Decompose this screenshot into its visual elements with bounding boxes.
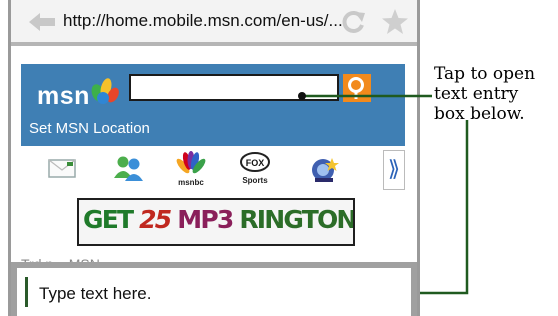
messenger-shortcut[interactable]	[109, 150, 149, 190]
msnbc-caption: msnbc	[178, 178, 204, 187]
ad-text-get: GET	[83, 205, 140, 234]
msn-logo[interactable]: msn	[37, 74, 123, 110]
reload-icon[interactable]	[341, 9, 367, 35]
fox-badge-text: FOX	[246, 158, 265, 168]
mail-icon	[48, 159, 76, 178]
ad-text-mp3: MP3	[177, 205, 240, 234]
browser-address-bar: http://home.mobile.msn.com/en-us/...	[11, 0, 417, 46]
fox-sports-shortcut[interactable]: FOX Sports	[235, 150, 275, 190]
ad-text: GET 25 MP3 RINGTONES	[83, 205, 355, 234]
msnbc-shortcut[interactable]: msnbc	[171, 150, 211, 190]
callout-line-entry	[420, 120, 469, 295]
games-icon	[312, 158, 339, 182]
annotation-text: Tap to open text entry box below.	[434, 64, 536, 124]
text-entry-placeholder: Type text here.	[39, 284, 152, 303]
msn-logo-text: msn	[37, 82, 90, 110]
text-entry-box[interactable]: Type text here.	[11, 262, 417, 316]
back-arrow-icon[interactable]	[27, 10, 57, 34]
mail-shortcut[interactable]	[43, 150, 83, 190]
fox-sports-badge-icon: FOX	[240, 152, 270, 172]
messenger-people-icon	[114, 156, 143, 181]
shortcut-icon-row: msnbc FOX Sports ⟫	[21, 150, 405, 196]
msn-header: msn Set MSN Location	[21, 64, 405, 146]
bookmark-star-icon[interactable]	[381, 8, 409, 36]
games-shortcut[interactable]	[305, 150, 345, 190]
msn-search-button[interactable]	[343, 74, 371, 102]
msn-search-input[interactable]	[129, 74, 339, 101]
search-icon	[348, 77, 364, 99]
ad-text-ringtones: RINGTONES	[239, 205, 355, 234]
msnbc-peacock-icon	[176, 151, 206, 174]
msn-butterfly-icon	[91, 78, 119, 104]
ad-text-25: 25	[139, 205, 178, 234]
url-text[interactable]: http://home.mobile.msn.com/en-us/...	[63, 11, 343, 31]
ringtones-ad-banner[interactable]: GET 25 MP3 RINGTONES	[77, 198, 355, 246]
text-cursor	[25, 277, 28, 307]
fox-sports-caption: Sports	[242, 176, 268, 185]
phone-screen: http://home.mobile.msn.com/en-us/... msn	[8, 0, 420, 316]
more-shortcuts-button[interactable]: ⟫	[383, 150, 405, 190]
set-location-link[interactable]: Set MSN Location	[29, 120, 150, 137]
